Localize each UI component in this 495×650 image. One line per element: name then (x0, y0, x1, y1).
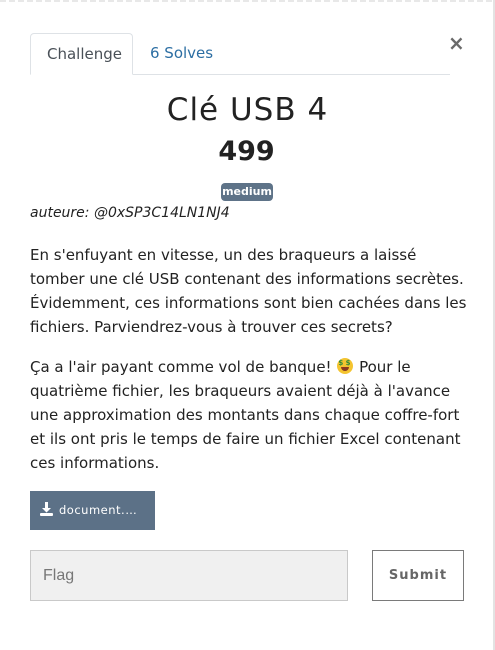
tab-challenge[interactable]: Challenge (30, 33, 133, 75)
challenge-title: Clé USB 4 (166, 92, 329, 128)
submit-button[interactable]: Submit (372, 550, 464, 601)
tab-solves[interactable]: 6 Solves (134, 33, 229, 75)
file-download-button[interactable]: document.xl... (30, 491, 155, 530)
top-border (0, 0, 495, 2)
description-paragraph-1: En s'enfuyant en vitesse, un des braqueu… (30, 246, 467, 336)
challenge-description: En s'enfuyant en vitesse, un des braqueu… (30, 243, 470, 491)
flag-input[interactable] (30, 550, 348, 601)
challenge-author: auteure: @0xSP3C14LN1NJ4 (30, 205, 230, 221)
challenge-points: 499 (218, 136, 275, 167)
challenge-modal: Challenge 6 Solves × Clé USB 4 499 mediu… (0, 0, 495, 650)
difficulty-badge: medium (221, 183, 273, 201)
tab-bar: Challenge 6 Solves (30, 33, 450, 75)
file-name: document.xl... (59, 503, 143, 517)
description-paragraph-2: Ça a l'air payant comme vol de banque! P… (30, 355, 470, 475)
close-icon: × (448, 31, 465, 55)
close-button[interactable]: × (448, 31, 465, 55)
money-mouth-face-icon (337, 358, 354, 374)
description-text-before-emoji: Ça a l'air payant comme vol de banque! (30, 358, 337, 376)
download-icon (40, 502, 53, 516)
